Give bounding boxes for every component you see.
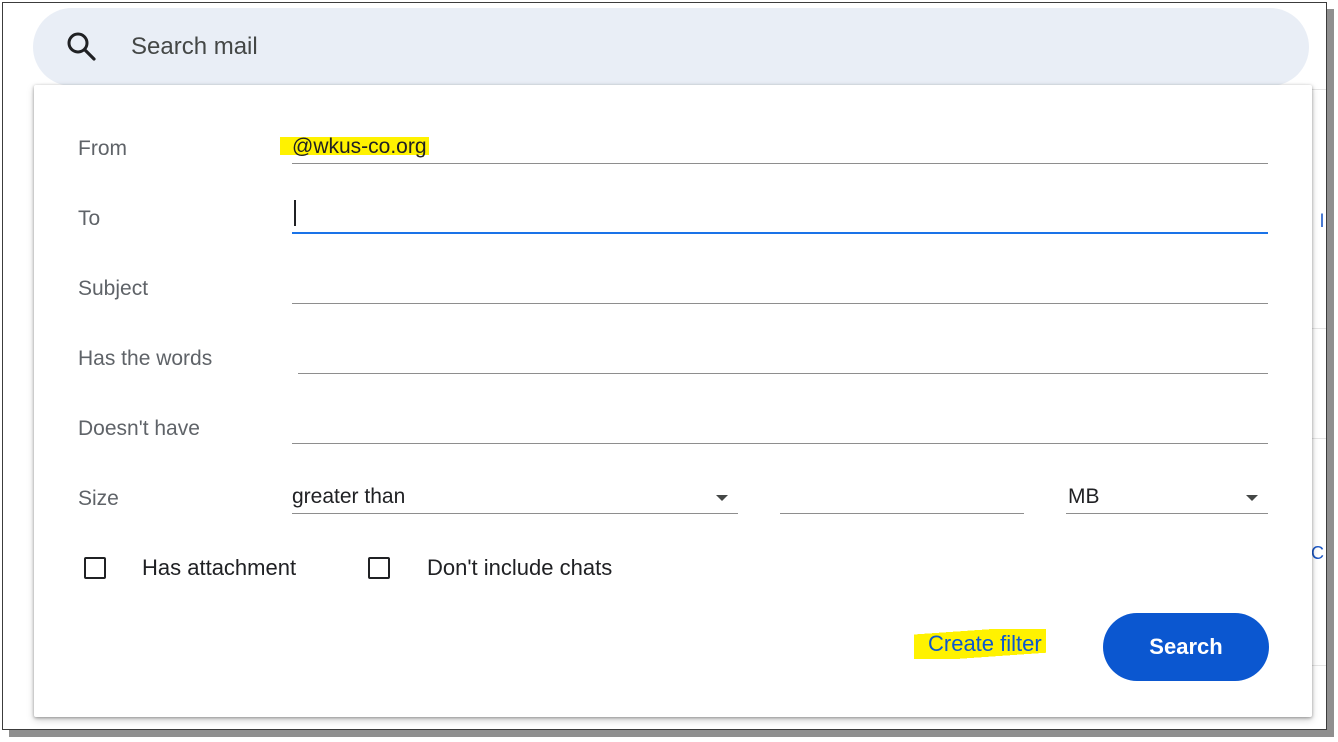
size-unit-value: MB [1068,485,1100,508]
has-attachment-checkbox[interactable] [84,557,106,579]
text-cursor [294,200,296,226]
doesnt-have-field[interactable] [292,407,1268,444]
from-field[interactable]: @wkus-co.org [280,127,1268,164]
create-filter-link[interactable]: Create filter [914,629,1046,659]
search-button[interactable]: Search [1103,613,1269,681]
from-value-text: @wkus-co.org [280,135,429,158]
doesnt-have-label: Doesn't have [78,417,200,440]
background-divider [1310,328,1326,329]
dropdown-arrow-icon [716,495,728,501]
background-text-fragment: C [1311,543,1324,563]
subject-field[interactable] [292,267,1268,304]
advanced-search-panel: From @wkus-co.org To Subject Has the wor… [34,85,1312,717]
size-comparator-select[interactable]: greater than [292,477,738,514]
dropdown-arrow-icon [1246,495,1258,501]
has-words-field[interactable] [298,337,1268,374]
search-input[interactable]: Search mail [131,33,258,61]
size-unit-select[interactable]: MB [1066,477,1268,514]
dont-include-chats-label[interactable]: Don't include chats [427,555,612,581]
size-comparator-value: greater than [292,485,406,508]
background-text-fragment: l [1320,211,1324,231]
has-words-label: Has the words [78,347,213,370]
dont-include-chats-checkbox[interactable] [368,557,390,579]
background-divider [1310,665,1326,666]
from-value: @wkus-co.org [280,135,429,159]
subject-label: Subject [78,277,149,300]
size-label: Size [78,487,119,510]
to-field[interactable] [292,196,1268,234]
background-divider [1310,438,1326,439]
from-label: From [78,137,127,160]
to-label: To [78,207,101,230]
search-bar[interactable]: Search mail [33,8,1309,86]
search-icon[interactable] [65,30,99,64]
size-amount-field[interactable] [780,477,1024,514]
has-attachment-label[interactable]: Has attachment [142,555,296,581]
screenshot-frame: l C Search mail From @wkus-co.org To Sub [2,2,1327,730]
background-divider [1310,89,1326,90]
